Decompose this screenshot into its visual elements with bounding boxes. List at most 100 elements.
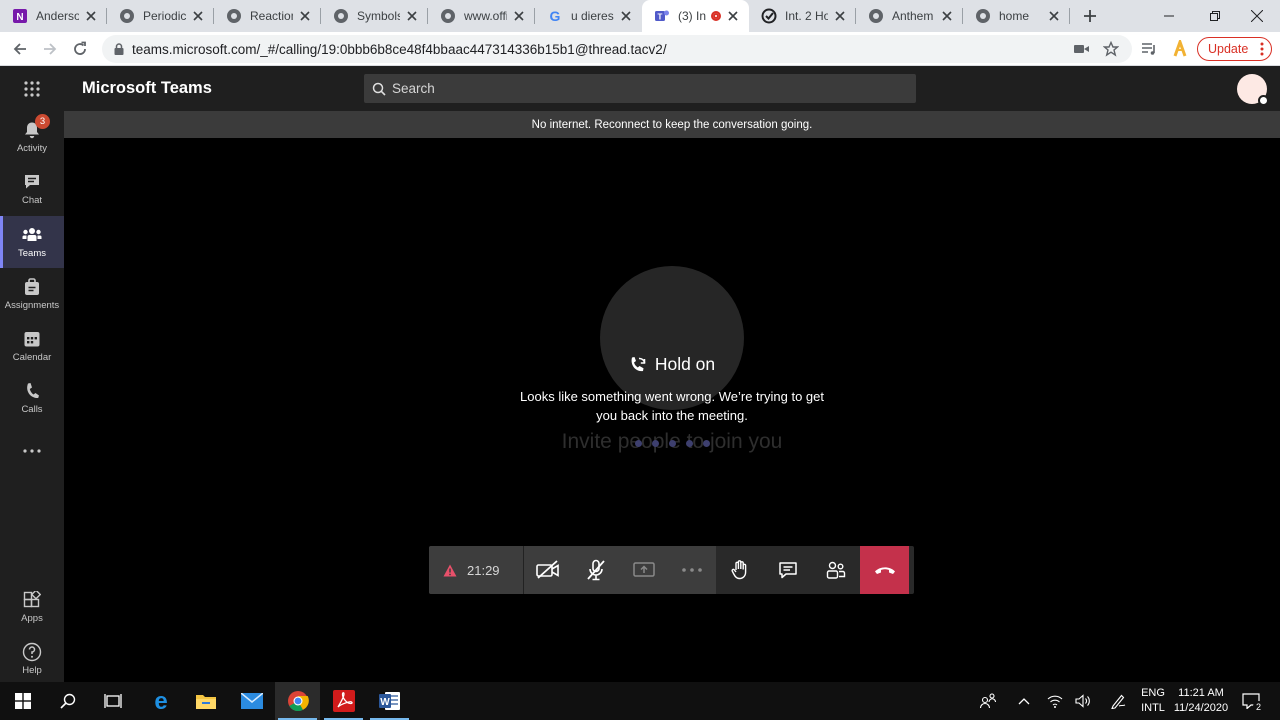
- svg-text:W: W: [380, 697, 390, 708]
- share-screen-button[interactable]: [620, 546, 668, 594]
- minimize-icon: [1164, 15, 1174, 17]
- taskbar-chrome[interactable]: [275, 682, 320, 720]
- search-input[interactable]: [392, 81, 892, 96]
- system-clock[interactable]: 11:21 AM 11/24/2020: [1170, 686, 1232, 716]
- rail-item-chat[interactable]: Chat: [0, 163, 64, 215]
- pen-workspace-button[interactable]: [1106, 682, 1130, 720]
- close-icon[interactable]: [725, 8, 741, 24]
- browser-tab[interactable]: G u dieresis: [535, 0, 642, 32]
- tab-title: www.offi: [464, 9, 507, 23]
- rail-item-calendar[interactable]: Calendar: [0, 320, 64, 372]
- forward-button[interactable]: [38, 37, 62, 61]
- browser-tab-active[interactable]: T (3) In: [642, 0, 749, 32]
- mail-icon: [240, 693, 263, 709]
- taskbar-acrobat[interactable]: [321, 682, 366, 720]
- mic-toggle-button[interactable]: [572, 546, 620, 594]
- google-icon: G: [547, 8, 563, 24]
- call-controls-bar: 21:29: [429, 546, 914, 594]
- call-reconnect-icon: [629, 356, 647, 374]
- rail-item-calls[interactable]: Calls: [0, 372, 64, 424]
- loading-dot: [634, 440, 642, 447]
- taskbar-mail[interactable]: [229, 682, 274, 720]
- browser-tab[interactable]: N Anderson: [0, 0, 107, 32]
- browser-tab[interactable]: www.offi: [428, 0, 535, 32]
- show-conversation-button[interactable]: [764, 546, 812, 594]
- address-bar[interactable]: teams.microsoft.com/_#/calling/19:0bbb6b…: [102, 35, 1132, 63]
- action-center-button[interactable]: 2: [1236, 682, 1266, 720]
- recording-icon: [711, 11, 721, 21]
- call-timer: 21:29: [429, 546, 523, 594]
- browser-tab[interactable]: Periodic T: [107, 0, 214, 32]
- close-icon[interactable]: [1046, 8, 1062, 24]
- close-icon[interactable]: [404, 8, 420, 24]
- media-control-icon[interactable]: [1139, 39, 1159, 59]
- browser-tab[interactable]: Int. 2 Ho: [749, 0, 856, 32]
- waffle-icon: [24, 80, 40, 97]
- close-icon[interactable]: [190, 8, 206, 24]
- task-view-button[interactable]: [90, 682, 135, 720]
- hang-up-button[interactable]: [860, 546, 909, 594]
- back-button[interactable]: [8, 37, 32, 61]
- browser-tab[interactable]: home: [963, 0, 1070, 32]
- raise-hand-icon: [731, 560, 747, 580]
- extension-icon[interactable]: [1170, 39, 1190, 59]
- close-icon[interactable]: [83, 8, 99, 24]
- browser-tab[interactable]: Anthem: [856, 0, 963, 32]
- network-button[interactable]: [1044, 682, 1066, 720]
- rail-item-activity[interactable]: 3 Activity: [0, 111, 64, 163]
- rail-item-label: Help: [22, 665, 42, 676]
- close-icon[interactable]: [832, 8, 848, 24]
- chrome-update-button[interactable]: Update: [1197, 37, 1272, 61]
- app-launcher-button[interactable]: [0, 66, 64, 111]
- close-icon[interactable]: [511, 8, 527, 24]
- reload-button[interactable]: [68, 37, 92, 61]
- taskbar-file-explorer[interactable]: [183, 682, 228, 720]
- show-participants-button[interactable]: [812, 546, 860, 594]
- taskbar-edge[interactable]: e: [138, 682, 183, 720]
- rail-item-label: Chat: [21, 195, 43, 206]
- camera-toggle-button[interactable]: [524, 546, 572, 594]
- chrome-icon: [287, 691, 309, 712]
- rail-item-apps[interactable]: Apps: [0, 581, 64, 633]
- close-icon: [1251, 10, 1263, 22]
- search-box[interactable]: [364, 74, 916, 103]
- task-view-icon: [103, 694, 122, 708]
- close-icon[interactable]: [939, 8, 955, 24]
- close-icon[interactable]: [618, 8, 634, 24]
- apps-icon: [22, 590, 42, 610]
- rail-item-teams[interactable]: Teams: [0, 216, 64, 268]
- close-window-button[interactable]: [1234, 0, 1280, 32]
- phone-icon: [22, 381, 42, 401]
- tab-title: Int. 2 Ho: [785, 9, 828, 23]
- tab-title: Anderson: [36, 9, 79, 23]
- more-actions-button[interactable]: [668, 546, 716, 594]
- svg-text:e: e: [154, 690, 167, 712]
- minimize-button[interactable]: [1146, 0, 1192, 32]
- browser-tab[interactable]: Symbols: [321, 0, 428, 32]
- start-button[interactable]: [0, 682, 45, 720]
- camera-off-icon: [536, 560, 559, 579]
- new-tab-button[interactable]: [1070, 0, 1110, 32]
- taskbar-word[interactable]: W: [367, 682, 412, 720]
- people-button[interactable]: [976, 682, 1000, 720]
- browser-toolbar: teams.microsoft.com/_#/calling/19:0bbb6b…: [0, 32, 1280, 66]
- clock-time: 11:21 AM: [1178, 687, 1224, 699]
- show-hidden-icons-button[interactable]: [1014, 682, 1034, 720]
- pen-icon: [1111, 694, 1126, 709]
- more-apps-button[interactable]: [0, 426, 64, 478]
- calendar-icon: [22, 329, 42, 349]
- volume-button[interactable]: [1072, 682, 1094, 720]
- avatar[interactable]: [1237, 74, 1269, 106]
- windows-logo-icon: [14, 693, 31, 709]
- hang-up-icon: [874, 567, 895, 574]
- camera-in-use-icon[interactable]: [1072, 39, 1092, 59]
- rail-item-help[interactable]: Help: [0, 633, 64, 685]
- bookmark-star-icon[interactable]: [1101, 39, 1121, 59]
- rail-item-assignments[interactable]: Assignments: [0, 268, 64, 320]
- browser-tab[interactable]: Reaction: [214, 0, 321, 32]
- input-language[interactable]: ENG INTL: [1139, 686, 1167, 716]
- taskbar-search-button[interactable]: [45, 682, 90, 720]
- close-icon[interactable]: [297, 8, 313, 24]
- raise-hand-button[interactable]: [716, 546, 764, 594]
- restore-button[interactable]: [1192, 0, 1238, 32]
